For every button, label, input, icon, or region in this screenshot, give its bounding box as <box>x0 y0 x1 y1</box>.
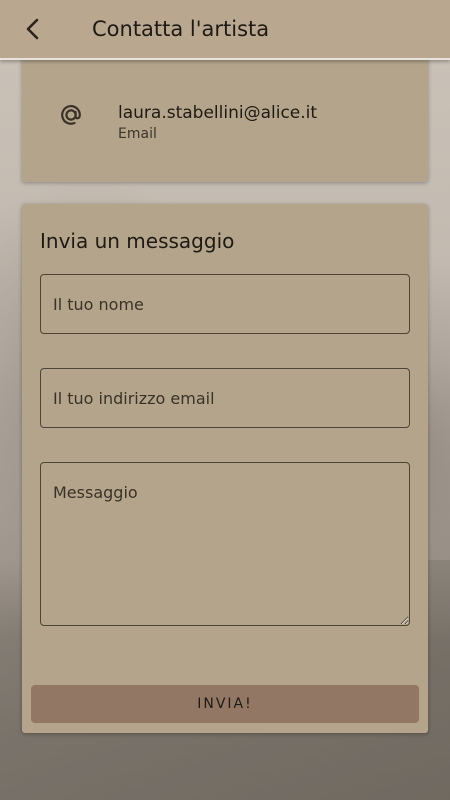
message-textarea[interactable] <box>40 462 410 626</box>
send-button[interactable]: INVIA! <box>31 685 419 723</box>
contact-card: laura.stabellini@alice.it Email <box>22 52 428 182</box>
top-app-bar: Contatta l'artista <box>0 0 450 60</box>
form-title: Invia un messaggio <box>40 229 235 253</box>
contact-email-value[interactable]: laura.stabellini@alice.it <box>118 102 317 124</box>
at-icon <box>61 105 81 125</box>
chevron-left-icon <box>26 18 39 40</box>
email-input[interactable] <box>40 368 410 428</box>
contact-email-label: Email <box>118 126 157 142</box>
page-title: Contatta l'artista <box>92 17 270 41</box>
back-button[interactable] <box>14 10 52 48</box>
name-input[interactable] <box>40 274 410 334</box>
message-form-card: Invia un messaggio INVIA! <box>22 204 428 733</box>
